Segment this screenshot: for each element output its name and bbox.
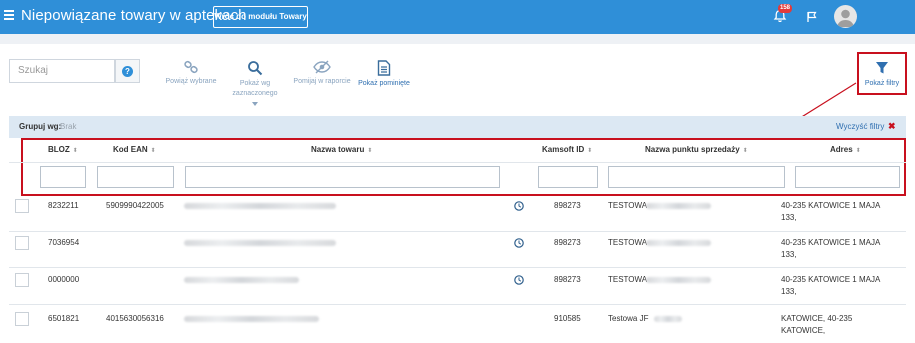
row-checkbox[interactable] (15, 236, 29, 250)
blurred-product-name (184, 316, 319, 322)
cell-point-name: Testowa JF (608, 314, 649, 323)
group-by-value[interactable]: Brak (60, 122, 76, 131)
cell-address-line2: KATOWICE, (781, 326, 826, 335)
cell-address-line1: 40-235 KATOWICE 1 MAJA (781, 275, 881, 284)
row-divider (9, 304, 906, 305)
hamburger-icon[interactable] (4, 8, 14, 24)
filter-address-input[interactable] (795, 166, 900, 188)
sort-icon: ⬍ (855, 148, 861, 154)
cell-address-line1: 40-235 KATOWICE 1 MAJA (781, 238, 881, 247)
filter-ean-input[interactable] (97, 166, 174, 188)
show-filters-button[interactable]: Pokaż filtry (857, 52, 907, 95)
eye-slash-icon (313, 60, 331, 74)
column-header-point-name-label: Nazwa punktu sprzedaży (645, 145, 740, 154)
column-header-point-name[interactable]: Nazwa punktu sprzedaży ⬍ (645, 145, 748, 154)
blurred-product-name (184, 203, 336, 209)
cell-address-line2: 133, (781, 287, 797, 296)
column-header-bloz[interactable]: BLOZ ⬍ (48, 145, 78, 154)
cell-kamsoft-id: 898273 (554, 275, 581, 284)
sort-icon: ⬍ (72, 148, 78, 154)
chevron-down-icon (252, 102, 258, 106)
funnel-icon (876, 62, 888, 74)
cell-address-line2: 133, (781, 213, 797, 222)
divider (9, 162, 906, 163)
cell-bloz: 7036954 (48, 238, 80, 247)
row-divider (9, 267, 906, 268)
group-by-bar: Grupuj wg: Brak Wyczyść filtry ✖ (9, 116, 906, 138)
ignore-in-report-button[interactable]: Pomijaj w raporcie (290, 60, 354, 87)
cell-point-name: TESTOWA (608, 238, 648, 247)
search-help-button[interactable]: ? (115, 59, 140, 83)
cell-address-line1: KATOWICE, 40-235 (781, 314, 853, 323)
link-selected-button[interactable]: Powiąż wybrane (162, 60, 220, 87)
show-by-selected-label-2: zaznaczonego (232, 90, 278, 97)
link-icon (184, 60, 198, 74)
sort-icon: ⬍ (742, 148, 748, 154)
column-header-ean[interactable]: Kod EAN ⬍ (113, 145, 156, 154)
cell-bloz: 6501821 (48, 314, 80, 323)
search-input[interactable]: Szukaj (9, 59, 115, 83)
cell-kamsoft-id: 898273 (554, 238, 581, 247)
link-selected-label: Powiąż wybrane (165, 78, 217, 85)
help-icon: ? (122, 66, 133, 77)
show-by-selected-label-1: Pokaż wg (239, 80, 271, 87)
top-bar: Niepowiązane towary w aptekach Wróć do m… (0, 0, 915, 34)
blurred-point-name (646, 277, 711, 283)
column-header-ean-label: Kod EAN (113, 145, 148, 154)
cell-point-name: TESTOWA (608, 201, 648, 210)
column-header-product-name-label: Nazwa towaru (311, 145, 365, 154)
user-avatar-icon[interactable] (834, 5, 857, 28)
cell-point-name: TESTOWA (608, 275, 648, 284)
ignore-in-report-label: Pomijaj w raporcie (293, 78, 351, 85)
column-header-address-label: Adres (830, 145, 853, 154)
magnifier-icon (248, 61, 263, 76)
clock-icon[interactable] (514, 201, 524, 211)
cell-bloz: 0000000 (48, 275, 80, 284)
flag-icon[interactable] (806, 11, 818, 23)
show-skipped-button[interactable]: Pokaż pominięte (356, 60, 412, 89)
clock-icon[interactable] (514, 275, 524, 285)
clear-filters-link[interactable]: Wyczyść filtry (836, 122, 884, 131)
sort-icon: ⬍ (367, 148, 373, 154)
sort-icon: ⬍ (587, 148, 593, 154)
filter-point-name-input[interactable] (608, 166, 785, 188)
row-checkbox[interactable] (15, 199, 29, 213)
notification-badge: 158 (778, 4, 793, 13)
column-header-kamsoft-id-label: Kamsoft ID (542, 145, 585, 154)
column-header-bloz-label: BLOZ (48, 145, 70, 154)
cell-kamsoft-id: 910585 (554, 314, 581, 323)
blurred-point-name (654, 316, 682, 322)
cell-address-line1: 40-235 KATOWICE 1 MAJA (781, 201, 881, 210)
cell-ean: 5909990422005 (106, 201, 164, 210)
cell-kamsoft-id: 898273 (554, 201, 581, 210)
cell-address-line2: 133, (781, 250, 797, 259)
clear-filters-icon[interactable]: ✖ (888, 121, 896, 132)
sort-icon: ⬍ (150, 148, 156, 154)
blurred-product-name (184, 240, 336, 246)
column-header-address[interactable]: Adres ⬍ (830, 145, 861, 154)
group-by-label: Grupuj wg: (19, 122, 62, 131)
row-checkbox[interactable] (15, 273, 29, 287)
show-by-selected-button[interactable]: Pokaż wg zaznaczonego (224, 60, 286, 110)
blurred-point-name (646, 240, 711, 246)
row-divider (9, 231, 906, 232)
show-skipped-label: Pokaż pominięte (358, 80, 410, 87)
row-checkbox[interactable] (15, 312, 29, 326)
back-to-products-button[interactable]: Wróć do modułu Towary (213, 6, 308, 28)
filter-kamsoft-id-input[interactable] (538, 166, 598, 188)
cell-ean: 4015630056316 (106, 314, 164, 323)
blurred-point-name (646, 203, 711, 209)
clock-icon[interactable] (514, 238, 524, 248)
blurred-product-name (184, 277, 299, 283)
cell-bloz: 8232211 (48, 201, 79, 210)
column-header-product-name[interactable]: Nazwa towaru ⬍ (311, 145, 372, 154)
column-header-kamsoft-id[interactable]: Kamsoft ID ⬍ (542, 145, 592, 154)
filter-bloz-input[interactable] (40, 166, 86, 188)
document-icon (377, 60, 391, 76)
filter-product-name-input[interactable] (185, 166, 500, 188)
show-filters-label: Pokaż filtry (864, 80, 900, 87)
